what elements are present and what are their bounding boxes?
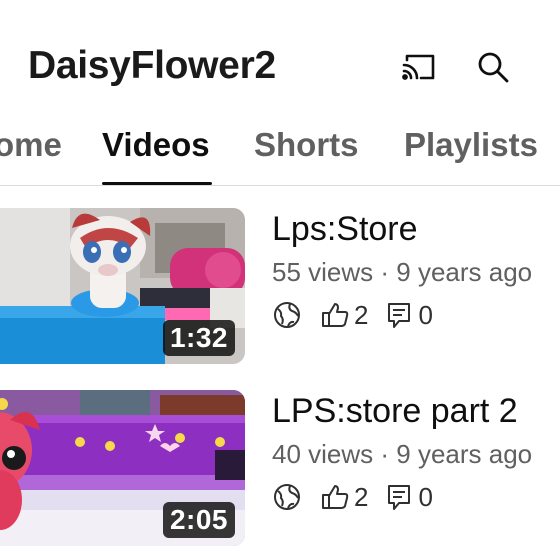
like-icon [320,482,350,512]
tab-home[interactable]: ome [0,126,62,164]
tab-shorts[interactable]: Shorts [254,126,359,164]
video-meta: 40 views · 9 years ago [272,439,533,469]
like-icon [320,300,350,330]
comment-count: 0 [418,299,433,330]
video-duration-badge: 2:05 [162,502,235,538]
video-list-item[interactable]: 2:05 LPS:store part 2 40 views · 9 years… [0,390,560,548]
video-thumbnail[interactable]: 1:32 [0,208,245,364]
globe-icon [272,482,302,512]
video-meta: 55 views · 9 years ago [272,257,533,287]
search-icon [478,52,509,83]
video-duration-badge: 1:32 [162,320,235,356]
like-count: 2 [354,481,369,512]
tab-videos[interactable]: Videos [102,126,210,164]
globe-icon [272,300,302,330]
search-button[interactable] [472,46,514,88]
channel-title: DaisyFlower2 [28,44,276,87]
video-info: Lps:Store 55 views · 9 years ago 2 0 [272,208,560,332]
active-tab-indicator [102,182,212,185]
cast-icon [402,54,435,80]
video-title[interactable]: LPS:store part 2 [272,392,560,431]
video-title[interactable]: Lps:Store [272,210,560,249]
video-info: LPS:store part 2 40 views · 9 years ago … [272,390,560,514]
cast-button[interactable] [398,48,440,86]
channel-tabs: ome Videos Shorts Playlists [0,110,560,186]
video-stats: 2 0 [272,298,560,332]
comment-count: 0 [418,481,433,512]
video-thumbnail[interactable]: 2:05 [0,390,245,546]
video-list-item[interactable]: 1:32 Lps:Store 55 views · 9 years ago 2 [0,208,560,366]
tab-playlists[interactable]: Playlists [404,126,538,164]
channel-header: DaisyFlower2 [0,0,560,110]
like-count: 2 [354,299,369,330]
comment-icon [384,300,414,330]
comment-icon [384,482,414,512]
video-stats: 2 0 [272,480,560,514]
